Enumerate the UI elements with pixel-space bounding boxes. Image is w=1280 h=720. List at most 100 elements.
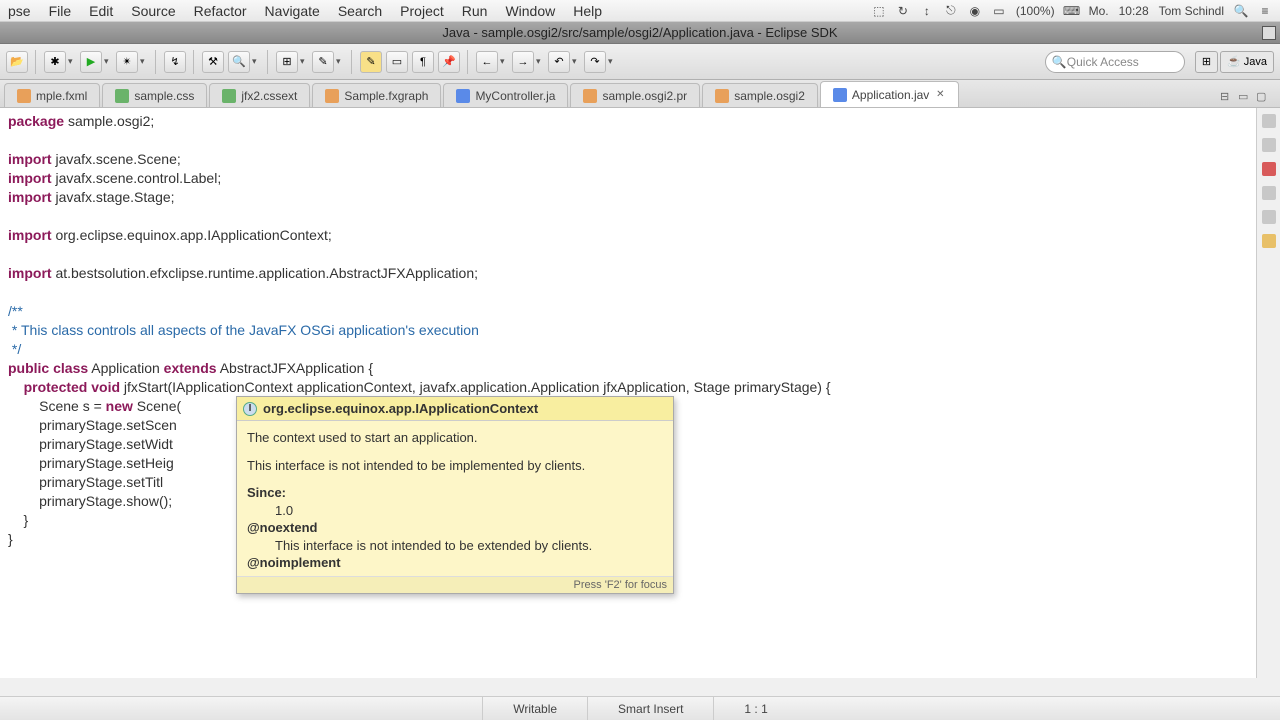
open-type-button[interactable]: ⊞: [276, 51, 298, 73]
menu-help[interactable]: Help: [573, 3, 602, 19]
close-icon[interactable]: ✕: [934, 89, 946, 101]
hover-desc-2: This interface is not intended to be imp…: [247, 457, 663, 475]
new-button[interactable]: ✱: [44, 51, 66, 73]
menu-app[interactable]: pse: [8, 3, 31, 19]
status-writable[interactable]: Writable: [482, 697, 587, 720]
minimize-icon[interactable]: ▭: [1238, 90, 1252, 104]
os-menubar: pse File Edit Source Refactor Navigate S…: [0, 0, 1280, 22]
last-edit-dropdown[interactable]: ▾: [572, 51, 580, 73]
hover-body: The context used to start an application…: [237, 421, 673, 576]
menu-items: pse File Edit Source Refactor Navigate S…: [8, 3, 602, 19]
run-dropdown[interactable]: ▾: [104, 51, 112, 73]
quick-access-input[interactable]: 🔍 Quick Access: [1045, 51, 1185, 73]
wifi-icon[interactable]: ◉: [968, 4, 982, 18]
tab-label: jfx2.cssext: [241, 89, 297, 103]
hover-title: org.eclipse.equinox.app.IApplicationCont…: [263, 401, 538, 416]
file-icon: [583, 89, 597, 103]
dropbox-icon[interactable]: ⬚: [872, 4, 886, 18]
status-cursor-position[interactable]: 1 : 1: [713, 697, 797, 720]
maximize-button[interactable]: [1262, 26, 1276, 40]
menu-file[interactable]: File: [49, 3, 72, 19]
menu-run[interactable]: Run: [462, 3, 488, 19]
file-icon: [325, 89, 339, 103]
console-view-icon[interactable]: [1262, 234, 1276, 248]
forward-dropdown[interactable]: ▾: [536, 51, 544, 73]
build-button[interactable]: ⚒: [202, 51, 224, 73]
hover-footer: Press 'F2' for focus: [237, 576, 673, 593]
status-bar: Writable Smart Insert 1 : 1: [0, 696, 1280, 720]
open-type-dropdown[interactable]: ▾: [300, 51, 308, 73]
debug-dropdown[interactable]: ▾: [140, 51, 148, 73]
network-icon[interactable]: ↕: [920, 4, 934, 18]
menu-source[interactable]: Source: [131, 3, 175, 19]
problems-view-icon[interactable]: [1262, 162, 1276, 176]
bluetooth-icon[interactable]: ⎋: [944, 4, 958, 18]
tab-label: sample.osgi2: [734, 89, 805, 103]
open-perspective-button[interactable]: ⊞: [1195, 51, 1218, 73]
javadoc-view-icon[interactable]: [1262, 210, 1276, 224]
notification-icon[interactable]: ≡: [1258, 4, 1272, 18]
file-icon: [456, 89, 470, 103]
file-icon: [115, 89, 129, 103]
open-resource-button[interactable]: 📂: [6, 51, 28, 73]
toolbar-separator-6: [467, 50, 469, 74]
tab-label: MyController.ja: [475, 89, 555, 103]
tab-sample-osgi2[interactable]: sample.osgi2: [702, 83, 818, 107]
file-icon: [222, 89, 236, 103]
toolbar-separator-4: [267, 50, 269, 74]
run-button[interactable]: ▶: [80, 51, 102, 73]
tab-sample-fxml[interactable]: mple.fxml: [4, 83, 100, 107]
next-annotation-button[interactable]: ↷: [584, 51, 606, 73]
tab-application-java[interactable]: Application.jav ✕: [820, 81, 959, 107]
tab-label: sample.osgi2.pr: [602, 89, 687, 103]
task-dropdown[interactable]: ▾: [336, 51, 344, 73]
file-icon: [833, 88, 847, 102]
menu-refactor[interactable]: Refactor: [194, 3, 247, 19]
back-dropdown[interactable]: ▾: [500, 51, 508, 73]
tab-sample-osgi2-pr[interactable]: sample.osgi2.pr: [570, 83, 700, 107]
declaration-view-icon[interactable]: [1262, 186, 1276, 200]
task-button[interactable]: ✎: [312, 51, 334, 73]
forward-button[interactable]: →: [512, 51, 534, 73]
javadoc-hover-popup: I org.eclipse.equinox.app.IApplicationCo…: [236, 396, 674, 594]
menu-search[interactable]: Search: [338, 3, 382, 19]
battery-icon[interactable]: ▭: [992, 4, 1006, 18]
toolbar-separator-3: [193, 50, 195, 74]
skip-breakpoints-button[interactable]: ↯: [164, 51, 186, 73]
status-insert-mode[interactable]: Smart Insert: [587, 697, 713, 720]
next-annotation-dropdown[interactable]: ▾: [608, 51, 616, 73]
toggle-block-button[interactable]: ▭: [386, 51, 408, 73]
tab-sample-fxgraph[interactable]: Sample.fxgraph: [312, 83, 441, 107]
tab-sample-css[interactable]: sample.css: [102, 83, 207, 107]
tab-jfx2-cssext[interactable]: jfx2.cssext: [209, 83, 310, 107]
noextend-tag: @noextend: [247, 519, 663, 537]
search-button[interactable]: 🔍: [228, 51, 250, 73]
debug-button[interactable]: ✴: [116, 51, 138, 73]
restore-icon[interactable]: ⊟: [1220, 90, 1234, 104]
user-name[interactable]: Tom Schindl: [1159, 4, 1224, 18]
code-editor[interactable]: package sample.osgi2; import javafx.scen…: [0, 108, 1280, 678]
pin-button[interactable]: 📌: [438, 51, 460, 73]
menu-edit[interactable]: Edit: [89, 3, 113, 19]
file-icon: [17, 89, 31, 103]
maximize-icon[interactable]: ▢: [1256, 90, 1270, 104]
toggle-mark-button[interactable]: ✎: [360, 51, 382, 73]
since-value: 1.0: [247, 502, 663, 520]
spotlight-icon[interactable]: 🔍: [1234, 4, 1248, 18]
sync-icon[interactable]: ↻: [896, 4, 910, 18]
menu-project[interactable]: Project: [400, 3, 444, 19]
outline-view-icon[interactable]: [1262, 114, 1276, 128]
task-list-icon[interactable]: [1262, 138, 1276, 152]
back-button[interactable]: ←: [476, 51, 498, 73]
last-edit-button[interactable]: ↶: [548, 51, 570, 73]
menu-navigate[interactable]: Navigate: [265, 3, 320, 19]
keyboard-icon[interactable]: ⌨: [1065, 4, 1079, 18]
java-perspective-button[interactable]: ☕ Java: [1220, 51, 1274, 73]
clock-time: 10:28: [1119, 4, 1149, 18]
menu-window[interactable]: Window: [505, 3, 555, 19]
search-dropdown[interactable]: ▾: [252, 51, 260, 73]
new-dropdown[interactable]: ▾: [68, 51, 76, 73]
show-whitespace-button[interactable]: ¶: [412, 51, 434, 73]
tab-label: Application.jav: [852, 88, 929, 102]
tab-mycontroller[interactable]: MyController.ja: [443, 83, 568, 107]
